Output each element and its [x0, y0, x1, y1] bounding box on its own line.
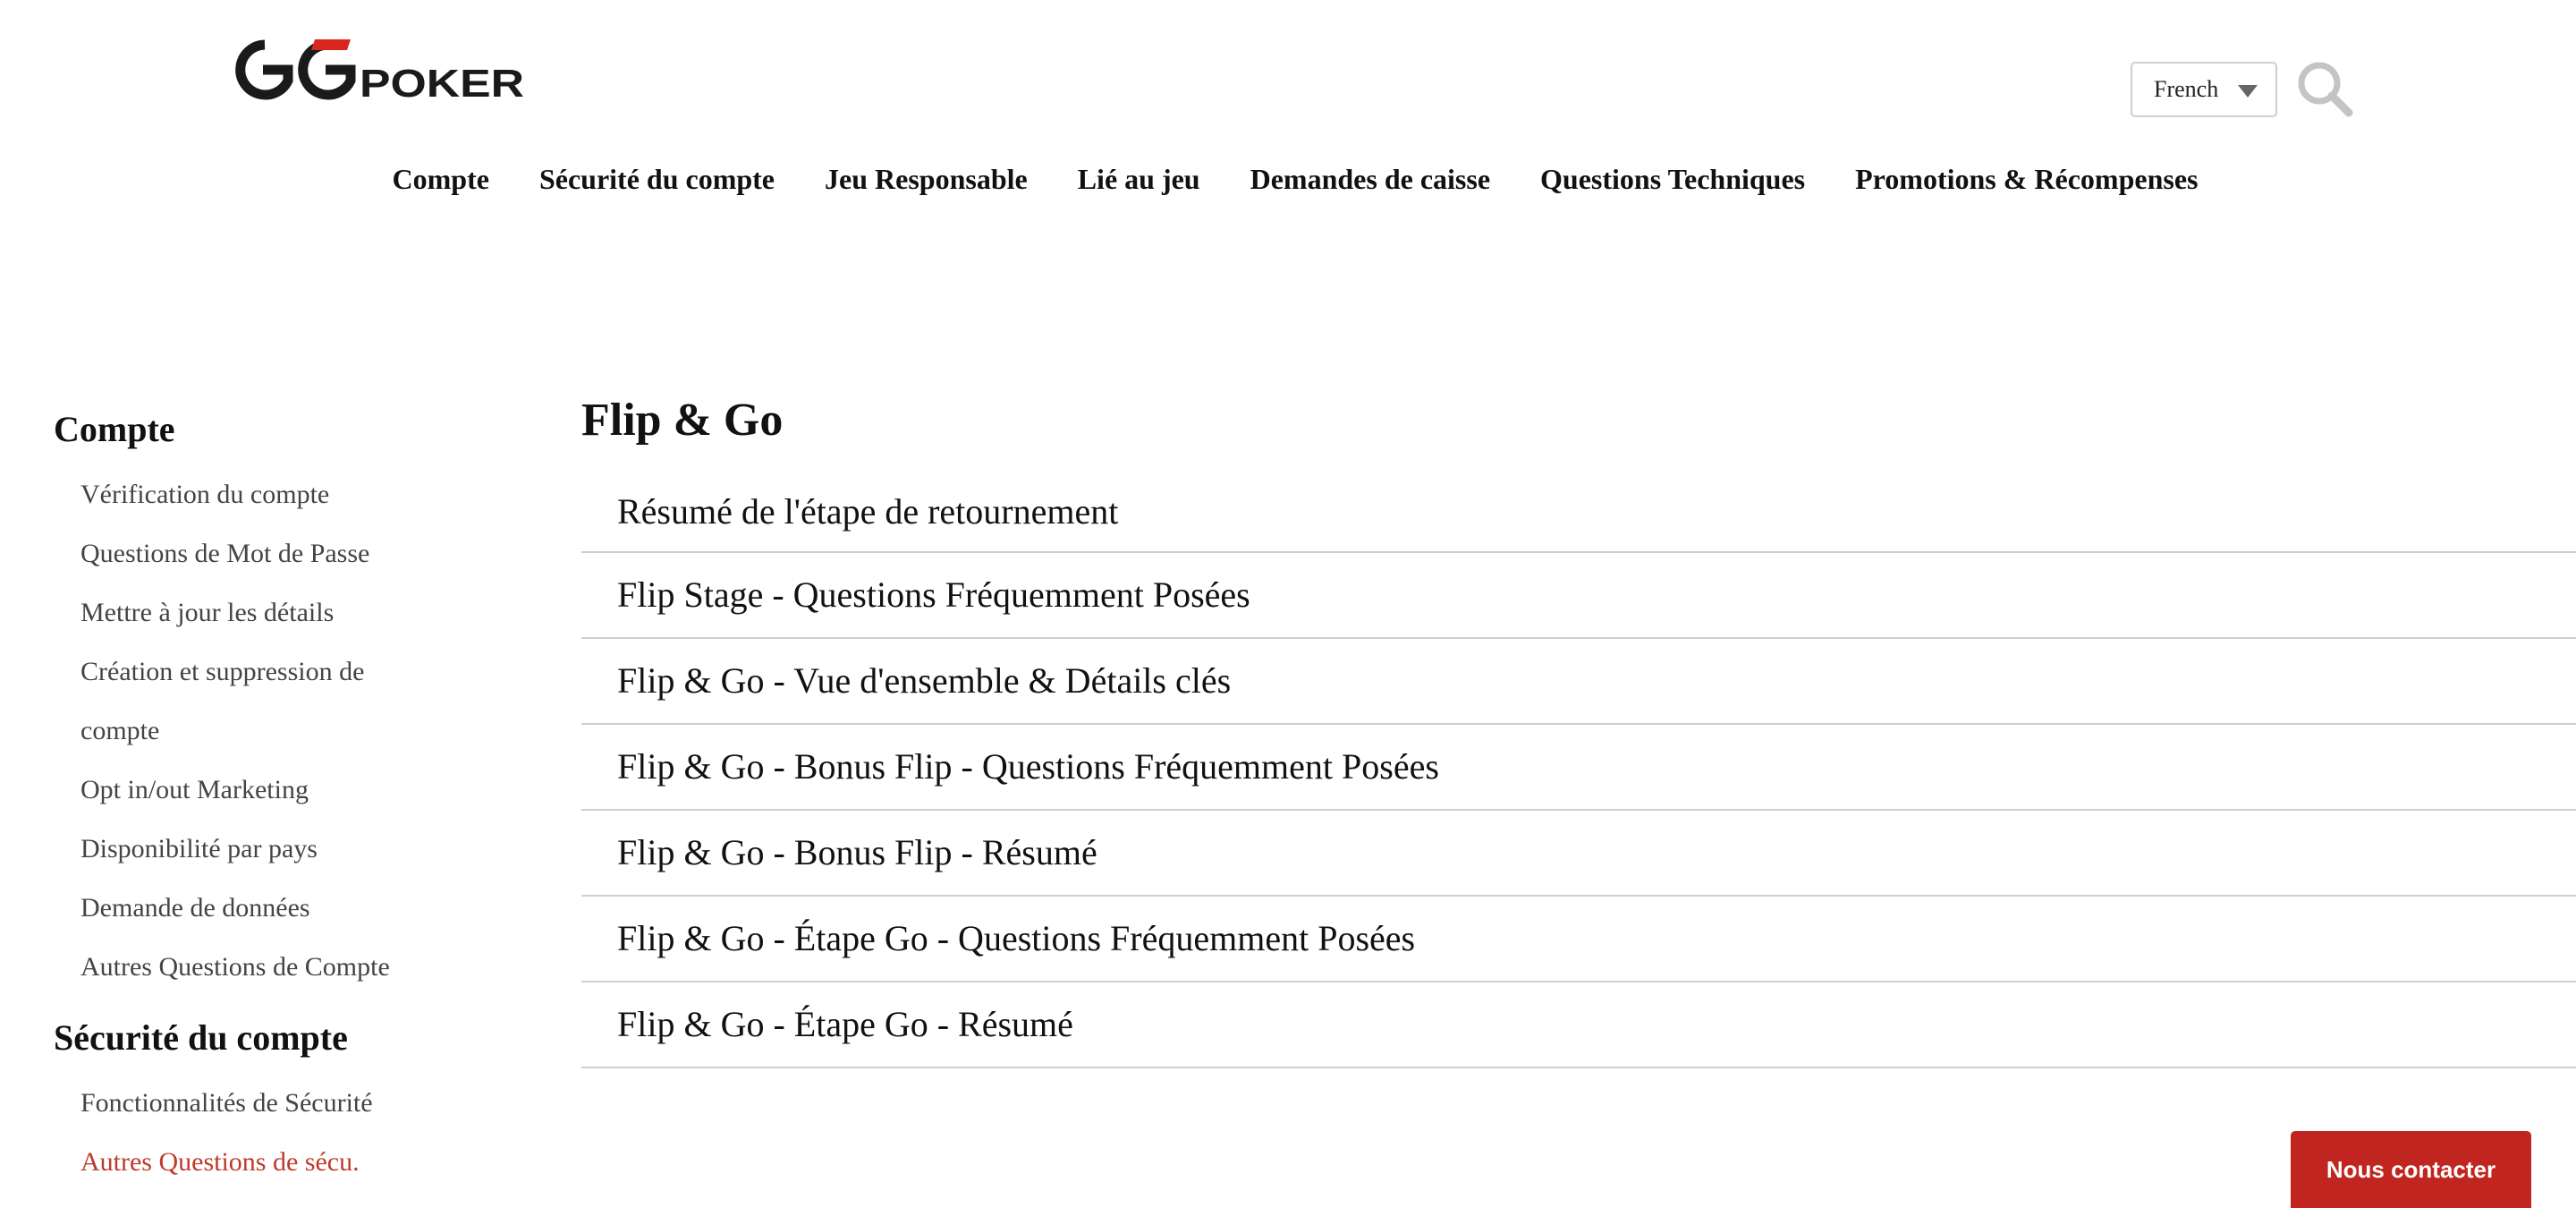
list-item: Flip Stage - Questions Fréquemment Posée… [581, 553, 2576, 639]
sidebar-item-opt-in-out[interactable]: Opt in/out Marketing [80, 761, 519, 820]
main-content: Flip & Go Résumé de l'étape de retournem… [581, 385, 2576, 1068]
sidebar-item-disponibilite-par-pays[interactable]: Disponibilité par pays [80, 820, 519, 879]
sidebar-item-demande-de-donnees[interactable]: Demande de données [80, 879, 519, 938]
language-select[interactable]: French [2131, 62, 2277, 117]
article-link[interactable]: Flip & Go - Bonus Flip - Résumé [581, 811, 2576, 895]
sidebar-heading-compte[interactable]: Compte [54, 394, 519, 465]
search-icon[interactable] [2295, 59, 2354, 118]
chevron-down-icon [2238, 85, 2258, 98]
list-item: Flip & Go - Bonus Flip - Résumé [581, 811, 2576, 897]
language-select-value: French [2154, 76, 2219, 102]
sidebar-item-fonctionnalites-securite[interactable]: Fonctionnalités de Sécurité [80, 1074, 519, 1133]
article-link[interactable]: Flip & Go - Bonus Flip - Questions Fréqu… [581, 725, 2576, 809]
sidebar-item-mettre-a-jour[interactable]: Mettre à jour les détails [80, 583, 519, 642]
sidebar-list-securite: Fonctionnalités de Sécurité Autres Quest… [54, 1074, 519, 1192]
sidebar-item-autres-questions-compte[interactable]: Autres Questions de Compte [80, 938, 519, 997]
article-link[interactable]: Résumé de l'étape de retournement [581, 472, 2576, 551]
nav-compte[interactable]: Compte [393, 157, 489, 200]
article-link[interactable]: Flip & Go - Vue d'ensemble & Détails clé… [581, 639, 2576, 723]
sidebar: Compte Vérification du compte Questions … [54, 394, 519, 1197]
list-item: Flip & Go - Étape Go - Résumé [581, 983, 2576, 1068]
list-item: Flip & Go - Étape Go - Questions Fréquem… [581, 897, 2576, 983]
svg-text:POKER: POKER [360, 62, 524, 106]
nav-lie-au-jeu[interactable]: Lié au jeu [1078, 157, 1200, 200]
article-link[interactable]: Flip & Go - Étape Go - Résumé [581, 983, 2576, 1067]
page-title: Flip & Go [581, 395, 784, 446]
nav-jeu-responsable[interactable]: Jeu Responsable [825, 157, 1028, 200]
list-item: Résumé de l'étape de retournement [581, 472, 2576, 553]
sidebar-item-verification-du-compte[interactable]: Vérification du compte [80, 465, 519, 524]
sidebar-item-creation-suppression-cont[interactable]: compte [80, 702, 519, 761]
sidebar-list-compte: Vérification du compte Questions de Mot … [54, 465, 519, 997]
nav-questions-techniques[interactable]: Questions Techniques [1540, 157, 1805, 200]
article-link[interactable]: Flip & Go - Étape Go - Questions Fréquem… [581, 897, 2576, 981]
contact-us-button[interactable]: Nous contacter [2291, 1131, 2531, 1208]
sidebar-heading-securite[interactable]: Sécurité du compte [54, 1002, 519, 1074]
nav-securite-du-compte[interactable]: Sécurité du compte [539, 157, 775, 200]
sidebar-item-creation-suppression[interactable]: Création et suppression de [80, 642, 519, 702]
article-link[interactable]: Flip Stage - Questions Fréquemment Posée… [581, 553, 2576, 637]
top-nav: Compte Sécurité du compte Jeu Responsabl… [0, 157, 2576, 200]
sidebar-item-questions-mot-de-passe[interactable]: Questions de Mot de Passe [80, 524, 519, 583]
nav-promotions-recompenses[interactable]: Promotions & Récompenses [1855, 157, 2198, 200]
page: POKER French Compte Sécurité du compte J… [0, 0, 2576, 1208]
nav-demandes-de-caisse[interactable]: Demandes de caisse [1250, 157, 1490, 200]
article-list: Résumé de l'étape de retournement Flip S… [581, 472, 2576, 1068]
ggpoker-logo[interactable]: POKER [225, 34, 526, 106]
list-item: Flip & Go - Bonus Flip - Questions Fréqu… [581, 725, 2576, 811]
sidebar-item-autres-questions-securite[interactable]: Autres Questions de sécu. [80, 1133, 519, 1192]
list-item: Flip & Go - Vue d'ensemble & Détails clé… [581, 639, 2576, 725]
